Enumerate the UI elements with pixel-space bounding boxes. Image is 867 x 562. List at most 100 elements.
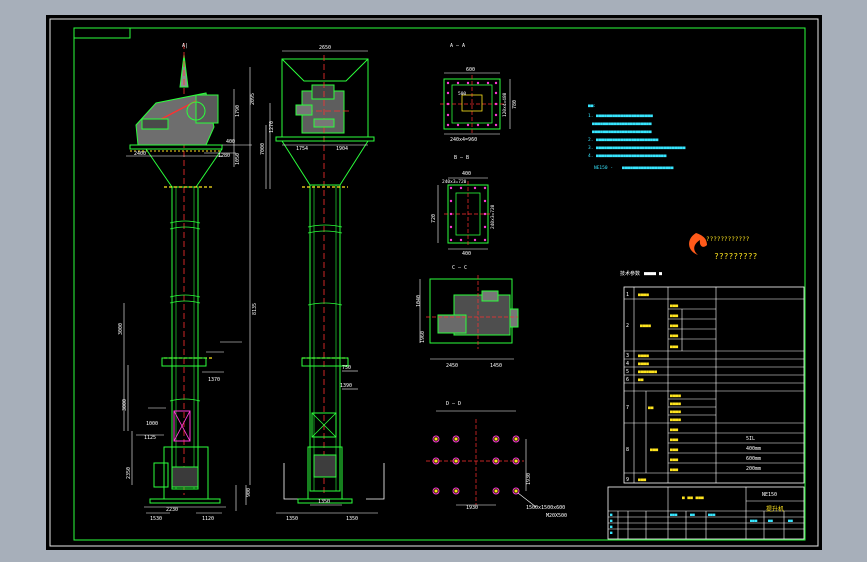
dim-label: 1040 (416, 295, 422, 307)
svg-text:■■■: ■■■ (708, 512, 716, 517)
svg-text:■■■: ■■■ (670, 438, 678, 443)
svg-text:■■■: ■■■ (670, 512, 678, 517)
dim-label: 400 (462, 171, 471, 177)
svg-text:■■: ■■ (648, 406, 654, 411)
dim-label: 500 (458, 91, 466, 97)
svg-text:■ ■■ ■■■: ■ ■■ ■■■ (682, 496, 704, 501)
svg-text:■■■: ■■■ (750, 518, 758, 523)
dim-label: 1754 (296, 146, 308, 152)
param-value: 600mm (746, 456, 761, 462)
dim-label: 3000 (118, 323, 124, 335)
svg-text:■■■: ■■■ (670, 345, 678, 350)
dim-label: 3000 (122, 399, 128, 411)
dim-label: 1530 (150, 516, 162, 522)
detail-title: B — B (454, 155, 469, 161)
detail-boot-opening: B — B 400 240x3=720 400 720 240x3=720 (431, 155, 496, 257)
svg-text:■■: ■■ (638, 378, 644, 383)
dim-label: 240x3=720 (442, 179, 467, 185)
dim-label: 1370 (208, 377, 220, 383)
dim-label: 7000 (260, 143, 266, 155)
svg-text:2: 2 (626, 323, 629, 329)
dim-label: 780 (512, 100, 518, 109)
detail-head-opening: A — A 600 500 240x4=960 120x4=480 780 (440, 43, 518, 143)
svg-text:3.: 3. (588, 145, 593, 151)
detail-title: A — A (450, 43, 465, 49)
svg-text:5: 5 (626, 369, 629, 375)
param-value: 200mm (746, 466, 761, 472)
dim-label: 750 (342, 365, 351, 371)
dim-label: 1350 (346, 516, 358, 522)
dim-label: 1960 (420, 331, 426, 343)
svg-text:■■■■: ■■■■ (670, 418, 681, 423)
svg-text:■■■■: ■■■■ (670, 394, 681, 399)
dim-label: 900 (246, 488, 252, 497)
svg-text:■■■■■■■■■■■■■■■■■■■■■■■■■■: ■■■■■■■■■■■■■■■■■■■■■■■■■■ (596, 154, 667, 159)
svg-text:■■■■■■■■■■■■■■■■■■■■■: ■■■■■■■■■■■■■■■■■■■■■ (596, 114, 653, 119)
svg-text:■■■■■■■■■■■■■■■■■■■■■■■: ■■■■■■■■■■■■■■■■■■■■■■■ (596, 138, 659, 143)
svg-text:■■■: ■■■ (670, 334, 678, 339)
svg-text:3: 3 (626, 353, 629, 359)
svg-text:■■■■■■■■■■■■■■■■■■■: ■■■■■■■■■■■■■■■■■■■ (622, 166, 674, 171)
svg-text:7: 7 (626, 405, 629, 411)
svg-text:■■: ■■ (768, 518, 773, 523)
elevation-front-view: A| 2095 8135 1790 1050 400 1280 2400 300… (118, 43, 258, 522)
dim-label: 1000 (146, 421, 158, 427)
drawing-sheet[interactable]: A| 2095 8135 1790 1050 400 1280 2400 300… (46, 15, 822, 550)
svg-text:■■■: ■■■ (670, 314, 678, 319)
svg-text:1.: 1. (588, 113, 593, 119)
svg-text:■■■■: ■■■■ (638, 362, 649, 367)
dim-label: 1120 (202, 516, 214, 522)
dim-label: 8135 (252, 303, 258, 315)
svg-text:?????????: ????????? (714, 252, 758, 261)
svg-text:■■■: ■■■ (670, 448, 678, 453)
svg-text:■■■: ■■■ (670, 458, 678, 463)
svg-text:■■■■■■■■■■■■■■■■■■■■■■: ■■■■■■■■■■■■■■■■■■■■■■ (592, 130, 652, 135)
svg-text:■■: ■■ (788, 518, 793, 523)
dim-label: M20X500 (546, 513, 567, 519)
dim-label: 1450 (490, 363, 502, 369)
dim-label: 2350 (126, 467, 132, 479)
svg-text:4.: 4. (588, 153, 593, 159)
detail-top-plan: C — C 2450 1450 1040 1960 (416, 265, 519, 369)
title-block: ■■■■ ■■■ ■■ ■■■ ■■■ ■■ ■■ ■ ■■ ■■■ NE150 提升机 (607, 486, 805, 540)
svg-text:■: ■ (610, 524, 613, 529)
parameter-table: 技术参数 ■■■■ ■ 1 2 3 4 5 6 7 8 9 ■■■■■■■■■■… (620, 270, 805, 484)
dim-label: 720 (431, 214, 437, 223)
dim-label: 1500x1500x600 (526, 505, 565, 511)
dim-label: 1050 (235, 153, 241, 165)
svg-text:1: 1 (626, 292, 629, 298)
dim-label: 600 (466, 67, 475, 73)
svg-text:■■■■: ■■■■ (670, 402, 681, 407)
svg-text:■■■■: ■■■■ (670, 410, 681, 415)
svg-text:■■■■■■■■■■■■■■■■■■■■■■■■■■■■■■: ■■■■■■■■■■■■■■■■■■■■■■■■■■■■■■■■■ (596, 146, 686, 151)
drawing-canvas: A| 2095 8135 1790 1050 400 1280 2400 300… (49, 18, 819, 547)
elevation-side-view: 2650 7000 1270 1754 1904 750 1390 1350 1… (260, 45, 385, 522)
dim-label: 400 (226, 139, 235, 145)
dim-label: 1270 (269, 121, 275, 133)
svg-text:6: 6 (626, 377, 629, 383)
svg-text:■■■■: ■■■■ (638, 354, 649, 359)
svg-text:■■■: ■■■ (670, 428, 678, 433)
svg-text:■: ■ (610, 512, 613, 517)
svg-text:■■■■■■■■■■■■■■■■■■■■■■: ■■■■■■■■■■■■■■■■■■■■■■ (592, 122, 652, 127)
svg-text:■: ■ (610, 518, 613, 523)
svg-text:技术参数: 技术参数 (620, 270, 640, 277)
svg-text:2.: 2. (588, 137, 593, 143)
svg-text:■■■: ■■■ (670, 304, 678, 309)
dim-label: 2650 (319, 45, 331, 51)
company-logo: ???????????? ????????? (689, 233, 758, 261)
svg-text:■■■■: ■■■■ (640, 324, 651, 329)
dim-label: 240x3=720 (490, 204, 496, 229)
dim-label: A| (182, 43, 188, 49)
dim-label: 2450 (446, 363, 458, 369)
svg-text:????????????: ???????????? (706, 236, 750, 243)
dim-label: 2230 (166, 507, 178, 513)
svg-text:4: 4 (626, 361, 629, 367)
dim-label: 1930 (526, 473, 532, 485)
svg-text:■■: ■■ (690, 512, 695, 517)
svg-text:■■■■: ■■■■ (638, 293, 649, 298)
svg-text:■■■■■■■: ■■■■■■■ (638, 370, 657, 375)
svg-text:■■:: ■■: (588, 104, 596, 109)
drawing-code: NE150 (762, 492, 777, 498)
svg-text:9: 9 (626, 477, 629, 483)
